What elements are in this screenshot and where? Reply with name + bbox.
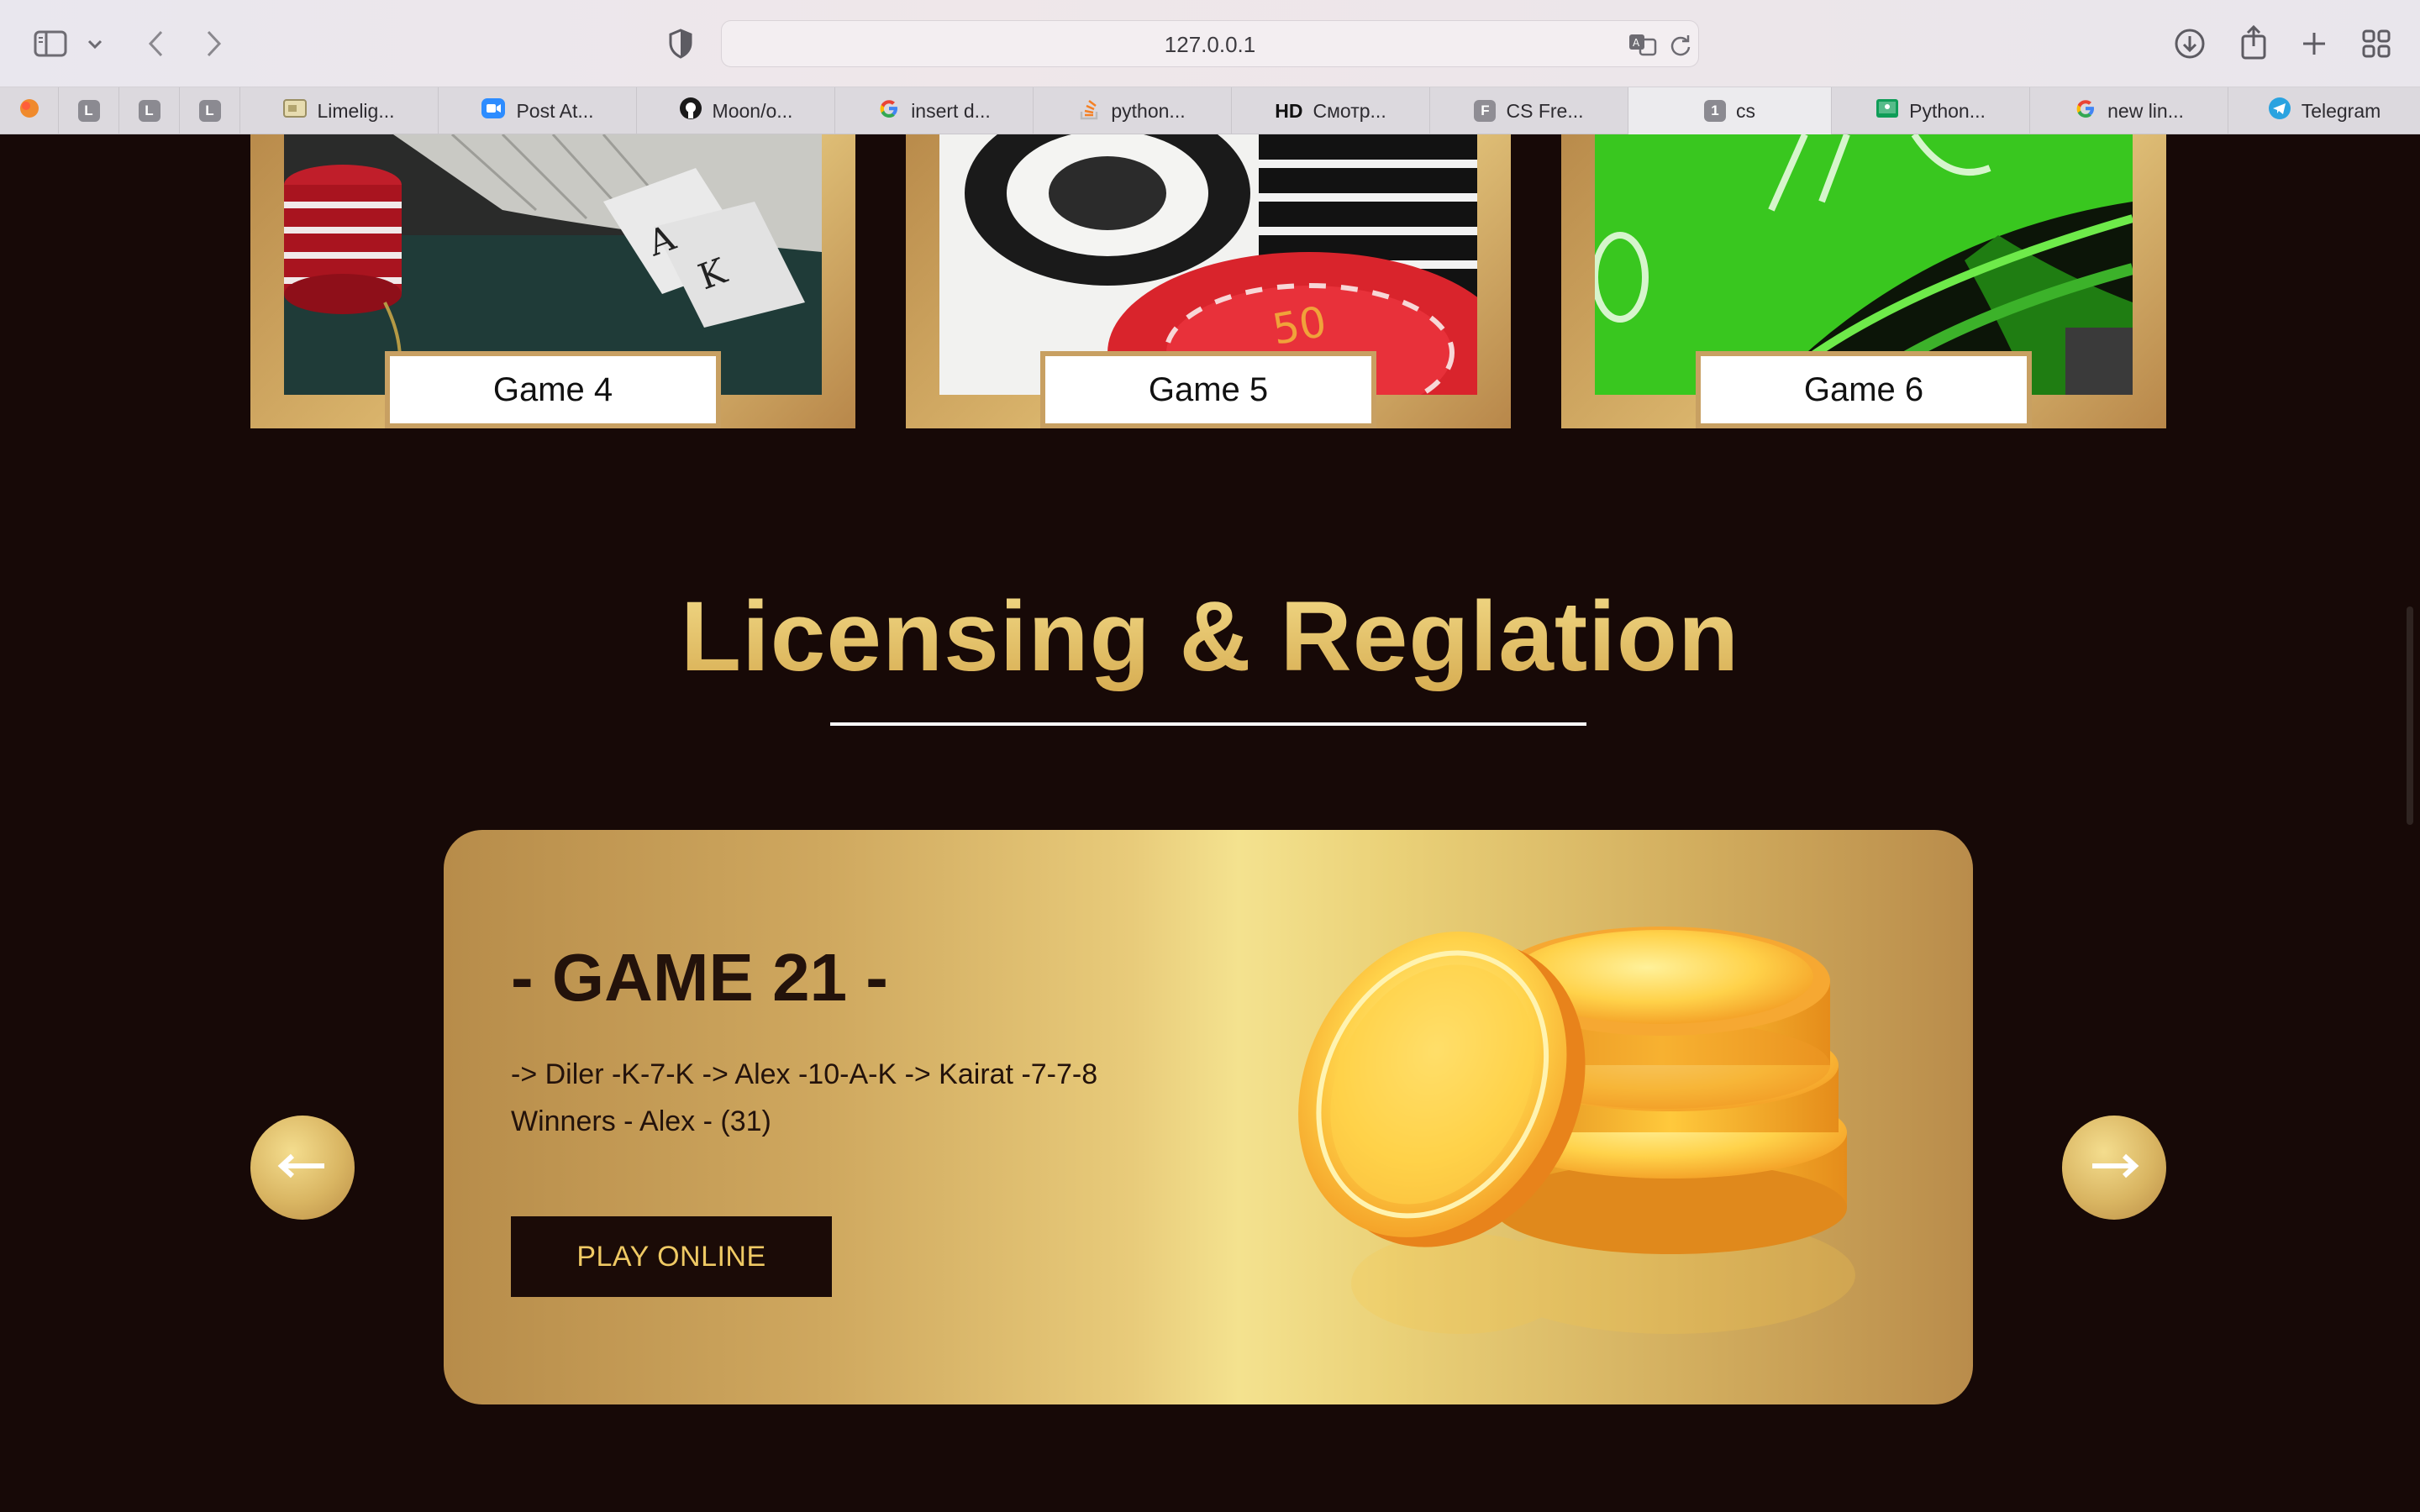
arrow-left-icon	[277, 1153, 328, 1183]
tab-label: Telegram	[2301, 99, 2381, 122]
tab-bar: L L L Limelig... Post At... Moon/o... in…	[0, 87, 2420, 134]
url-text[interactable]: 127.0.0.1	[722, 21, 1698, 68]
share-icon[interactable]	[2235, 22, 2272, 62]
letter-f-icon: F	[1474, 100, 1497, 122]
game-slide: - GAME 21 - -> Diler -K-7-K -> Alex -10-…	[444, 830, 1973, 1404]
tab-google-insert[interactable]: insert d...	[835, 87, 1034, 134]
google-icon	[877, 97, 901, 125]
tab-hd-smotr[interactable]: HD Смотр...	[1232, 87, 1430, 134]
tab-google-new-line[interactable]: new lin...	[2030, 87, 2228, 134]
translate-icon[interactable]: A	[1626, 29, 1660, 60]
tab-label: Смотр...	[1313, 99, 1386, 122]
game-card-5[interactable]: 50 Game 5	[906, 134, 1511, 428]
arrow-right-icon	[2089, 1153, 2139, 1183]
shield-icon[interactable]	[664, 27, 697, 60]
tab-overview-icon[interactable]	[2358, 25, 2395, 62]
tab-pinned-1[interactable]	[0, 87, 59, 134]
tab-label: Limelig...	[317, 99, 395, 122]
slide-winners-line: Winners - Alex - (31)	[511, 1105, 771, 1137]
tab-label: Post At...	[516, 99, 594, 122]
page-scrollbar[interactable]	[2407, 606, 2413, 825]
sidebar-toggle-icon[interactable]	[32, 27, 69, 60]
download-icon[interactable]	[2171, 25, 2208, 62]
tab-label: new lin...	[2107, 99, 2184, 122]
letter-l-icon: L	[198, 100, 221, 122]
tab-telegram[interactable]: Telegram	[2228, 87, 2420, 134]
section-title: Licensing & Reglation	[0, 580, 2420, 694]
page-content: A K Game 4 50 Game 5 Game 6 Licensing & …	[0, 134, 2420, 1512]
play-online-button[interactable]: PLAY ONLINE	[511, 1216, 832, 1297]
tab-label: insert d...	[911, 99, 991, 122]
next-slide-button[interactable]	[2062, 1116, 2166, 1220]
game-card-6[interactable]: Game 6	[1561, 134, 2166, 428]
gold-coins-image	[1250, 880, 1906, 1368]
tab-label: python...	[1111, 99, 1186, 122]
game-label: Game 4	[385, 351, 721, 428]
tab-label: CS Fre...	[1506, 99, 1584, 122]
game-card-4[interactable]: A K Game 4	[250, 134, 855, 428]
chevron-down-icon[interactable]	[82, 32, 108, 57]
tab-label: cs	[1736, 99, 1755, 122]
google-icon	[2074, 97, 2097, 125]
tab-pinned-2[interactable]: L	[59, 87, 119, 134]
github-icon	[679, 97, 702, 125]
slide-players-line: -> Diler -K-7-K -> Alex -10-A-K -> Kaira…	[511, 1058, 1098, 1090]
classroom-icon	[1876, 98, 1899, 123]
video-icon	[481, 97, 506, 124]
title-underline	[830, 722, 1586, 726]
tab-label: Python...	[1909, 99, 1986, 122]
tab-cs-active[interactable]: 1 cs	[1628, 87, 1832, 134]
address-bar[interactable]: 127.0.0.1 A	[721, 20, 1699, 67]
firefox-like-icon	[18, 97, 40, 124]
new-tab-icon[interactable]	[2296, 25, 2333, 62]
letter-l-icon: L	[77, 100, 100, 122]
prev-slide-button[interactable]	[250, 1116, 355, 1220]
number-one-icon: 1	[1704, 100, 1726, 122]
image-icon	[283, 99, 308, 123]
svg-text:50: 50	[1269, 297, 1330, 354]
back-icon[interactable]	[139, 25, 173, 62]
tab-github[interactable]: Moon/o...	[637, 87, 835, 134]
tab-cs-free[interactable]: F CS Fre...	[1430, 87, 1628, 134]
game-label: Game 6	[1696, 351, 2032, 428]
tab-stackoverflow[interactable]: python...	[1034, 87, 1232, 134]
svg-text:A: A	[1633, 37, 1640, 49]
slide-title: - GAME 21 -	[511, 940, 888, 1015]
telegram-icon	[2268, 97, 2291, 125]
tab-limelight[interactable]: Limelig...	[240, 87, 439, 134]
hd-icon: HD	[1275, 99, 1303, 122]
browser-toolbar: 127.0.0.1 A	[0, 0, 2420, 87]
reload-icon[interactable]	[1666, 31, 1695, 60]
tab-post-at[interactable]: Post At...	[439, 87, 637, 134]
forward-icon[interactable]	[197, 25, 230, 62]
letter-l-icon: L	[138, 100, 160, 122]
tab-python-classroom[interactable]: Python...	[1832, 87, 2030, 134]
tab-pinned-4[interactable]: L	[180, 87, 240, 134]
tab-pinned-3[interactable]: L	[119, 87, 180, 134]
tab-label: Moon/o...	[712, 99, 793, 122]
stackoverflow-icon	[1079, 97, 1101, 125]
game-label: Game 5	[1040, 351, 1376, 428]
